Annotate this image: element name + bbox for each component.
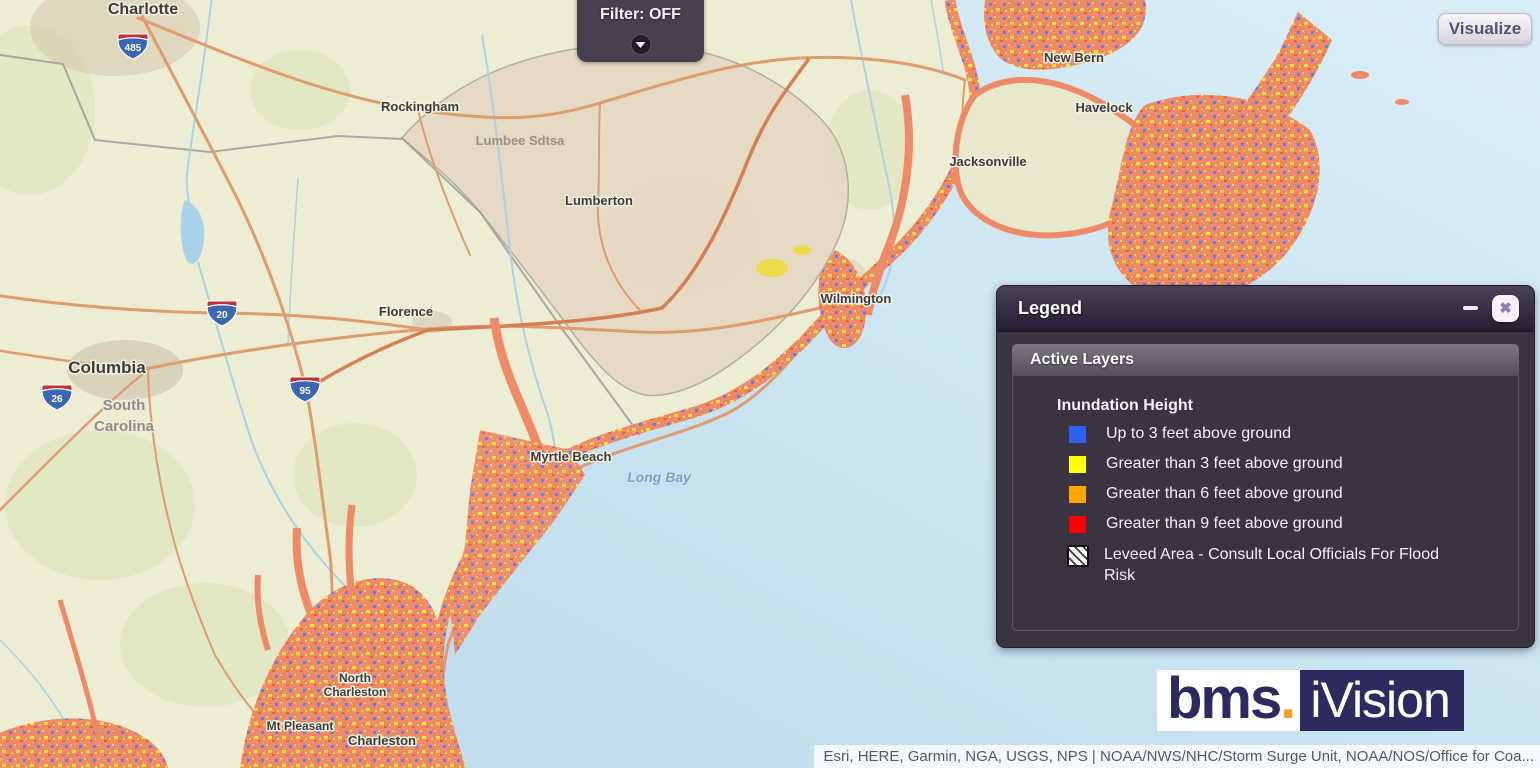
map-label-north-charleston-1: North: [339, 671, 371, 685]
map-label-jacksonville: Jacksonville: [949, 154, 1026, 169]
minimize-button[interactable]: [1463, 306, 1478, 310]
svg-text:20: 20: [216, 310, 228, 321]
logo-bms-text: bms.: [1157, 670, 1300, 731]
chevron-down-icon: [636, 42, 646, 48]
filter-status-label: Filter: OFF: [577, 6, 704, 24]
legend-item-label: Up to 3 feet above ground: [1106, 425, 1291, 443]
map-label-south-carolina-2: Carolina: [94, 418, 155, 435]
map-label-south-carolina-1: South: [103, 397, 146, 414]
svg-text:26: 26: [51, 394, 63, 405]
map-label-lumbee: Lumbee Sdtsa: [476, 133, 566, 148]
filter-panel[interactable]: Filter: OFF: [577, 0, 704, 62]
legend-item: Up to 3 feet above ground: [1069, 423, 1518, 445]
color-swatch-red: [1069, 516, 1086, 533]
map-label-long-bay: Long Bay: [627, 469, 692, 485]
legend-item: Greater than 6 feet above ground: [1069, 483, 1518, 505]
svg-text:485: 485: [125, 43, 142, 54]
map-label-columbia: Columbia: [68, 358, 146, 377]
legend-item-label: Greater than 9 feet above ground: [1106, 515, 1343, 533]
bms-ivision-logo: bms. iVision: [1157, 670, 1464, 731]
map-label-new-bern: New Bern: [1044, 50, 1104, 65]
legend-item-label: Greater than 3 feet above ground: [1106, 455, 1343, 473]
legend-item: Greater than 9 feet above ground: [1069, 513, 1518, 535]
color-swatch-orange: [1069, 486, 1086, 503]
logo-ivision-text: iVision: [1300, 670, 1463, 731]
legend-title: Legend: [1018, 298, 1082, 319]
filter-expand-button[interactable]: [630, 34, 651, 55]
legend-body: Inundation Height Up to 3 feet above gro…: [1012, 376, 1519, 631]
logo-orange-dot: .: [1280, 666, 1294, 731]
layer-group-title: Inundation Height: [1057, 397, 1518, 415]
visualize-button[interactable]: Visualize: [1438, 13, 1532, 45]
map-attribution: Esri, HERE, Garmin, NGA, USGS, NPS | NOA…: [814, 745, 1540, 768]
legend-header[interactable]: Legend ✖: [997, 286, 1534, 332]
map-label-havelock: Havelock: [1075, 100, 1133, 115]
color-swatch-blue: [1069, 426, 1086, 443]
legend-item: Greater than 3 feet above ground: [1069, 453, 1518, 475]
legend-panel: Legend ✖ Active Layers Inundation Height…: [997, 286, 1534, 647]
map-label-charlotte: Charlotte: [108, 1, 178, 18]
active-layers-header: Active Layers: [1012, 344, 1519, 376]
map-label-charleston: Charleston: [348, 733, 416, 748]
map-label-mt-pleasant: Mt Pleasant: [267, 719, 334, 733]
map-application: 485 20 95 26 Charlotte Rockingham Lumbe: [0, 0, 1540, 768]
color-swatch-yellow: [1069, 456, 1086, 473]
map-label-lumberton: Lumberton: [565, 193, 633, 208]
hatched-area-swatch: [1067, 545, 1089, 567]
map-label-wilmington: Wilmington: [821, 291, 892, 306]
legend-item-leveed: Leveed Area - Consult Local Officials Fo…: [1067, 544, 1518, 586]
map-label-myrtle-beach: Myrtle Beach: [531, 449, 612, 464]
legend-item-label: Greater than 6 feet above ground: [1106, 485, 1343, 503]
legend-item-label: Leveed Area - Consult Local Officials Fo…: [1104, 544, 1439, 586]
svg-text:95: 95: [299, 386, 311, 397]
close-button[interactable]: ✖: [1492, 295, 1519, 322]
map-label-rockingham: Rockingham: [381, 99, 459, 114]
map-label-north-charleston-2: Charleston: [324, 685, 387, 699]
map-label-florence: Florence: [379, 304, 433, 319]
close-icon: ✖: [1499, 301, 1512, 316]
